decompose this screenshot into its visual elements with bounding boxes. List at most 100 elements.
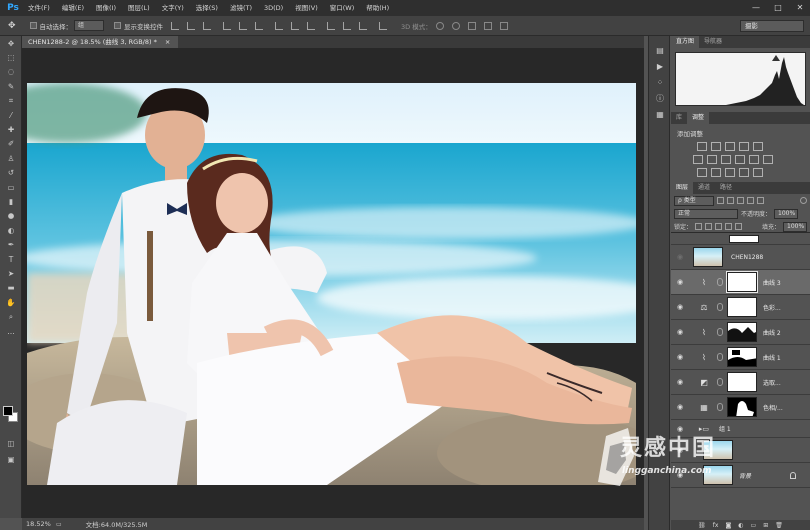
tab-navigator[interactable]: 导航器 <box>699 36 727 48</box>
link-icon[interactable] <box>717 303 723 311</box>
distribute-right-icon[interactable] <box>359 21 368 30</box>
tab-histogram[interactable]: 直方图 <box>671 36 700 48</box>
layer-mask-thumbnail[interactable] <box>726 271 758 293</box>
photoshop-logo[interactable]: Ps <box>4 0 22 16</box>
auto-select-dropdown[interactable]: 组 <box>74 20 105 31</box>
hand-tool-icon[interactable]: ✋ <box>0 295 22 309</box>
align-right-icon[interactable] <box>255 21 264 30</box>
color-lookup-icon[interactable] <box>763 155 773 164</box>
lock-position-icon[interactable] <box>715 223 723 230</box>
curves-icon[interactable]: ⌇ <box>695 323 713 341</box>
eye-icon[interactable]: ◉ <box>675 377 685 387</box>
curves-adj-icon[interactable] <box>725 142 735 151</box>
quick-mask-icon[interactable]: ◫ <box>0 436 22 450</box>
tab-libraries[interactable]: 库 <box>671 112 687 124</box>
vibrance-icon[interactable] <box>753 142 763 151</box>
layer-mask-thumbnail[interactable] <box>727 347 757 367</box>
quick-select-tool-icon[interactable]: ✎ <box>0 79 22 93</box>
3d-rotate-icon[interactable] <box>435 21 444 30</box>
lasso-tool-icon[interactable]: ◌ <box>0 65 22 79</box>
layer-row-curves-2[interactable]: ◉ ⌇ 曲线 2 <box>671 320 810 345</box>
menu-window[interactable]: 窗口(W) <box>324 0 361 16</box>
close-window-button[interactable]: ✕ <box>794 2 806 14</box>
eyedropper-tool-icon[interactable]: ⁄ <box>0 108 22 122</box>
edit-toolbar-icon[interactable]: … <box>0 324 22 338</box>
menu-filter[interactable]: 滤镜(T) <box>224 0 258 16</box>
opacity-input[interactable]: 100% <box>774 208 799 219</box>
actions-panel-icon[interactable]: ▶ <box>649 58 671 74</box>
exposure-icon[interactable] <box>739 142 749 151</box>
align-left-icon[interactable] <box>223 21 232 30</box>
layer-row-top-partial[interactable] <box>671 233 810 245</box>
menu-file[interactable]: 文件(F) <box>22 0 56 16</box>
new-layer-icon[interactable]: ⊞ <box>763 522 768 529</box>
menu-edit[interactable]: 编辑(E) <box>56 0 90 16</box>
show-transform-checkbox[interactable] <box>114 22 122 29</box>
threshold-icon[interactable] <box>725 168 735 177</box>
type-tool-icon[interactable]: T <box>0 252 22 266</box>
layer-row-curves-3[interactable]: ◉ ⌇ 曲线 3 <box>671 270 810 295</box>
document-photo[interactable] <box>27 83 636 485</box>
eye-icon[interactable]: ◉ <box>675 327 685 337</box>
history-brush-tool-icon[interactable]: ↺ <box>0 166 22 180</box>
auto-select-checkbox[interactable] <box>29 22 37 29</box>
layer-row-curves-1[interactable]: ◉ ⌇ 曲线 1 <box>671 345 810 370</box>
maximize-button[interactable]: □ <box>772 2 784 14</box>
align-vcenter-icon[interactable] <box>187 21 196 30</box>
show-transform-option[interactable]: 显示变换控件 <box>114 21 163 31</box>
hue-sat-icon[interactable]: ▦ <box>695 398 713 416</box>
history-panel-icon[interactable]: ▤ <box>649 42 671 58</box>
link-icon[interactable] <box>717 378 723 386</box>
3d-slide-icon[interactable] <box>483 21 492 30</box>
document-tab-close-icon[interactable]: × <box>165 38 170 46</box>
menu-image[interactable]: 图像(I) <box>90 0 122 16</box>
menu-3d[interactable]: 3D(D) <box>258 0 289 16</box>
brush-panel-icon[interactable]: ⁘ <box>649 74 671 90</box>
lock-transparent-icon[interactable] <box>695 223 703 230</box>
3d-drag-icon[interactable] <box>467 21 476 30</box>
lock-all-icon[interactable] <box>735 223 743 230</box>
brush-tool-icon[interactable]: ✐ <box>0 137 22 151</box>
clone-stamp-tool-icon[interactable]: ♙ <box>0 151 22 165</box>
distribute-left-icon[interactable] <box>327 21 336 30</box>
align-top-icon[interactable] <box>171 21 180 30</box>
color-balance-adj-icon[interactable] <box>707 155 717 164</box>
layer-row-chen1288[interactable]: ◉ CHEN1288 <box>671 245 810 270</box>
zoom-level[interactable]: 18.52% <box>26 520 56 528</box>
visibility-toggle-off[interactable]: ◉ <box>675 252 685 262</box>
link-icon[interactable] <box>717 278 723 286</box>
layer-mask-thumbnail[interactable] <box>727 322 757 342</box>
posterize-icon[interactable] <box>711 168 721 177</box>
curves-icon[interactable]: ⌇ <box>695 348 713 366</box>
filter-smart-icon[interactable] <box>757 197 764 204</box>
blur-tool-icon[interactable]: ● <box>0 209 22 223</box>
layer-mask-thumbnail[interactable] <box>727 297 757 317</box>
layer-mask-thumbnail[interactable] <box>727 397 757 417</box>
link-icon[interactable] <box>717 328 723 336</box>
eye-icon[interactable]: ◉ <box>675 277 685 287</box>
link-layers-icon[interactable]: ⛓ <box>698 522 706 529</box>
tab-adjustments[interactable]: 调整 <box>687 112 710 124</box>
lock-pixels-icon[interactable] <box>705 223 713 230</box>
distribute-top-icon[interactable] <box>275 21 284 30</box>
filter-shape-icon[interactable] <box>747 197 754 204</box>
path-select-tool-icon[interactable]: ➤ <box>0 266 22 280</box>
gradient-tool-icon[interactable]: ▮ <box>0 194 22 208</box>
black-white-icon[interactable] <box>721 155 731 164</box>
layer-mask-thumbnail[interactable] <box>727 372 757 392</box>
healing-brush-tool-icon[interactable]: ✚ <box>0 122 22 136</box>
color-balance-icon[interactable]: ⚖ <box>695 298 713 316</box>
filter-type-icon[interactable] <box>737 197 744 204</box>
workspace-dropdown[interactable]: 摄影 <box>740 20 804 32</box>
curves-icon[interactable]: ⌇ <box>695 273 713 291</box>
lock-artboard-icon[interactable] <box>725 223 733 230</box>
tab-layers[interactable]: 图层 <box>671 182 694 194</box>
dodge-tool-icon[interactable]: ◐ <box>0 223 22 237</box>
selective-color-adj-icon[interactable] <box>753 168 763 177</box>
move-tool-icon[interactable]: ✥ <box>0 36 22 50</box>
info-panel-icon[interactable]: ⓘ <box>649 90 671 106</box>
selective-color-icon[interactable]: ◩ <box>695 373 713 391</box>
levels-icon[interactable] <box>711 142 721 151</box>
brightness-contrast-icon[interactable] <box>697 142 707 151</box>
move-tool-preset-icon[interactable]: ✥ <box>8 21 16 31</box>
